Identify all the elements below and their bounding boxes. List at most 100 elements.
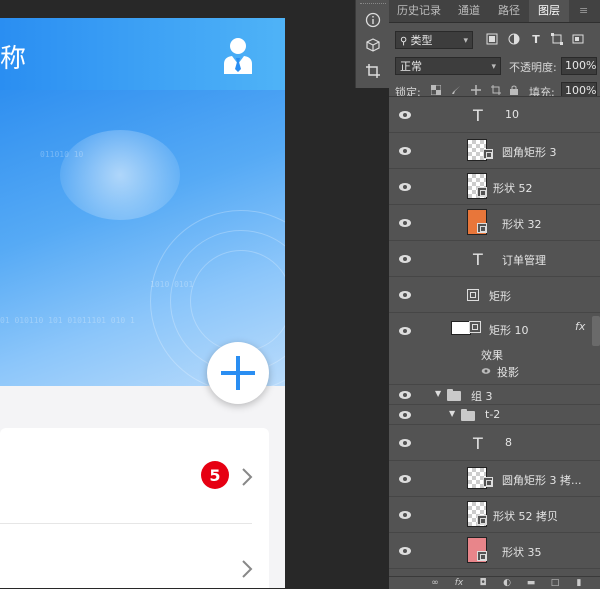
type-filter-icon[interactable]: T	[529, 32, 543, 46]
order-card	[0, 428, 269, 588]
effect-name[interactable]: 投影	[497, 364, 519, 380]
card-divider	[0, 523, 252, 524]
visibility-eye-icon[interactable]	[398, 182, 412, 192]
app-title: 称	[0, 44, 27, 74]
visibility-eye-icon[interactable]	[398, 474, 412, 484]
visibility-eye-icon[interactable]	[398, 110, 412, 120]
layer-filter-dropdown[interactable]: ⚲ 类型 ▾	[395, 31, 473, 49]
smart-object-filter-icon[interactable]	[571, 32, 585, 46]
opacity-input[interactable]: 100%	[561, 57, 597, 75]
tab-history[interactable]: 历史记录	[389, 0, 449, 22]
lock-artboard-icon[interactable]	[489, 83, 503, 97]
visibility-eye-icon[interactable]	[398, 410, 412, 420]
effects-icon[interactable]: fx	[575, 320, 585, 333]
layer-row[interactable]: T 10	[389, 97, 600, 133]
folder-icon[interactable]: ▬	[525, 578, 537, 588]
side-toolstrip	[355, 0, 390, 88]
visibility-eye-icon[interactable]	[398, 146, 412, 156]
lock-brush-icon[interactable]	[449, 83, 463, 97]
folder-icon	[461, 409, 475, 421]
mask-icon[interactable]: ◘	[477, 578, 489, 588]
link-icon[interactable]: ∞	[429, 578, 441, 588]
lock-move-icon[interactable]	[469, 83, 483, 97]
banner-ring	[190, 250, 285, 352]
layer-group-row[interactable]: ▼ t-2	[389, 405, 600, 425]
layer-name: 8	[505, 436, 512, 449]
app-header: 称	[0, 18, 285, 90]
layer-name: 形状 52	[493, 182, 533, 195]
banner-glow	[60, 130, 180, 220]
binary-text: 1010 0101	[150, 280, 194, 289]
layer-row[interactable]: 形状 52	[389, 169, 600, 205]
info-icon[interactable]	[363, 10, 383, 30]
binary-text: 01 010110 101 01011101 010 1	[0, 316, 135, 325]
blend-mode-dropdown[interactable]: 正常 ▾	[395, 57, 501, 75]
visibility-eye-icon[interactable]	[398, 510, 412, 520]
group-expand-icon[interactable]: ▼	[449, 409, 455, 418]
visibility-eye-icon[interactable]	[398, 218, 412, 228]
panel-tabs: 历史记录 通道 路径 图层 ≡	[389, 0, 600, 23]
toolstrip-grip[interactable]	[360, 3, 386, 6]
layers-scrollbar[interactable]	[592, 316, 600, 346]
layer-name: 圆角矩形 3 拷...	[502, 474, 582, 487]
visibility-eye-icon[interactable]	[398, 326, 412, 336]
chevron-right-icon[interactable]	[241, 467, 253, 487]
new-layer-icon[interactable]: □	[549, 578, 561, 588]
chevron-right-icon[interactable]	[241, 559, 253, 579]
layer-row[interactable]: T 订单管理	[389, 241, 600, 277]
opacity-label: 不透明度:	[509, 61, 557, 74]
user-profile-icon[interactable]	[222, 36, 254, 74]
chevron-down-icon: ▾	[463, 36, 468, 46]
trash-icon[interactable]: ▮	[573, 578, 585, 588]
layer-name: 订单管理	[502, 254, 546, 267]
visibility-eye-icon[interactable]	[398, 290, 412, 300]
adjustment-filter-icon[interactable]	[507, 32, 521, 46]
layer-row[interactable]: 矩形	[389, 277, 600, 313]
vector-mask-icon	[477, 515, 487, 525]
layer-group-row[interactable]: ▼ 组 3	[389, 385, 600, 405]
visibility-eye-icon[interactable]	[398, 438, 412, 448]
group-expand-icon[interactable]: ▼	[435, 389, 441, 398]
blend-mode-value: 正常	[400, 60, 422, 73]
visibility-eye-icon[interactable]	[398, 546, 412, 556]
vector-mask-icon	[469, 321, 481, 333]
layer-name: t-2	[485, 408, 501, 421]
fx-icon[interactable]: fx	[453, 578, 465, 588]
vector-mask-icon	[477, 223, 487, 233]
tab-channels[interactable]: 通道	[449, 0, 489, 22]
visibility-eye-icon[interactable]	[398, 390, 412, 400]
layer-row[interactable]: 圆角矩形 3 拷...	[389, 461, 600, 497]
layer-name: 10	[505, 108, 519, 121]
3d-cube-icon[interactable]	[363, 35, 383, 55]
layer-name: 形状 32	[502, 218, 542, 231]
shape-filter-icon[interactable]	[550, 32, 564, 46]
panel-menu-icon[interactable]: ≡	[579, 4, 588, 17]
layer-row[interactable]: 矩形 10 fx 效果 投影	[389, 313, 600, 385]
crop-icon[interactable]	[363, 61, 383, 81]
effect-eye-icon[interactable]	[481, 367, 491, 375]
plus-icon	[221, 356, 255, 390]
mobile-artboard: 称 01 010110 101 01011101 010 1 1010 0101…	[0, 18, 285, 588]
lock-transparent-icon[interactable]	[429, 83, 443, 97]
vector-mask-icon	[467, 289, 479, 301]
chevron-down-icon: ▾	[491, 62, 496, 72]
layer-row[interactable]: T 8	[389, 425, 600, 461]
add-button[interactable]	[207, 342, 269, 404]
layer-row[interactable]: 圆角矩形 3	[389, 133, 600, 169]
adjustment-icon[interactable]: ◐	[501, 578, 513, 588]
lock-all-icon[interactable]	[507, 83, 521, 97]
pixel-filter-icon[interactable]	[485, 32, 499, 46]
layer-name: 矩形 10	[489, 324, 529, 337]
layer-name: 矩形	[489, 290, 511, 303]
tab-layers[interactable]: 图层	[529, 0, 569, 22]
visibility-eye-icon[interactable]	[398, 254, 412, 264]
effects-label: 效果	[481, 349, 503, 362]
text-layer-icon: T	[473, 250, 483, 269]
folder-icon	[447, 389, 461, 401]
layer-row[interactable]: 形状 52 拷贝	[389, 497, 600, 533]
layers-list[interactable]: T 10 圆角矩形 3 形状 52 形状 32 T 订单管理 矩形 矩形 10 …	[389, 96, 600, 577]
layer-row[interactable]: 形状 32	[389, 205, 600, 241]
tab-paths[interactable]: 路径	[489, 0, 529, 22]
layer-row[interactable]: 形状 35	[389, 533, 600, 569]
filter-kind-label: 类型	[410, 34, 433, 47]
